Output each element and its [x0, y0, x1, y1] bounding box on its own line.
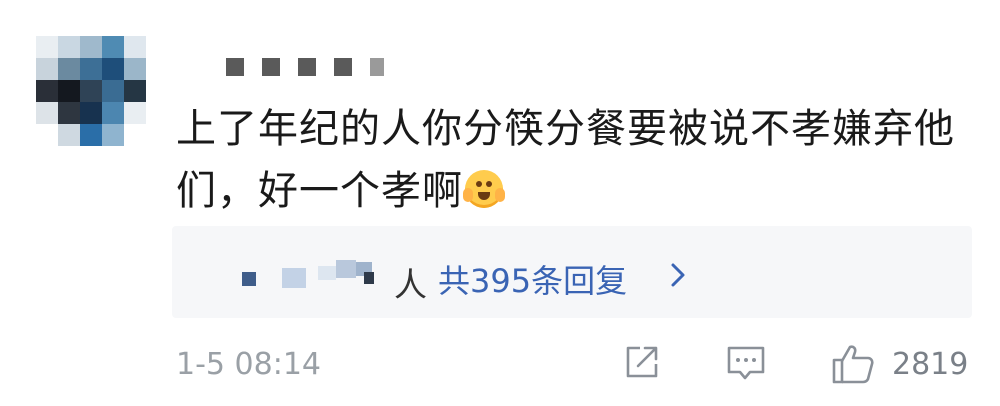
avatar[interactable]	[36, 36, 146, 146]
chevron-right-icon[interactable]	[665, 260, 691, 290]
username-masked[interactable]	[226, 58, 384, 76]
like-count: 2819	[892, 347, 969, 382]
comment-icon[interactable]	[725, 343, 767, 387]
share-icon[interactable]	[623, 343, 661, 385]
replies-panel[interactable]: 人 共395条回复	[172, 226, 972, 318]
timestamp: 1-5 08:14	[176, 347, 321, 382]
comment-text: 上了年纪的人你分筷分餐要被说不孝嫌弃他 们，好一个孝啊	[176, 98, 976, 222]
thumbs-up-icon[interactable]	[831, 343, 875, 389]
reply-person-suffix: 人	[394, 265, 427, 304]
comment-line-2: 们，好一个孝啊	[176, 168, 463, 214]
reply-count-link[interactable]: 共395条回复	[438, 256, 627, 302]
smiling-face-emoji-icon	[463, 170, 505, 208]
comment-line-1: 上了年纪的人你分筷分餐要被说不孝嫌弃他	[176, 106, 955, 152]
